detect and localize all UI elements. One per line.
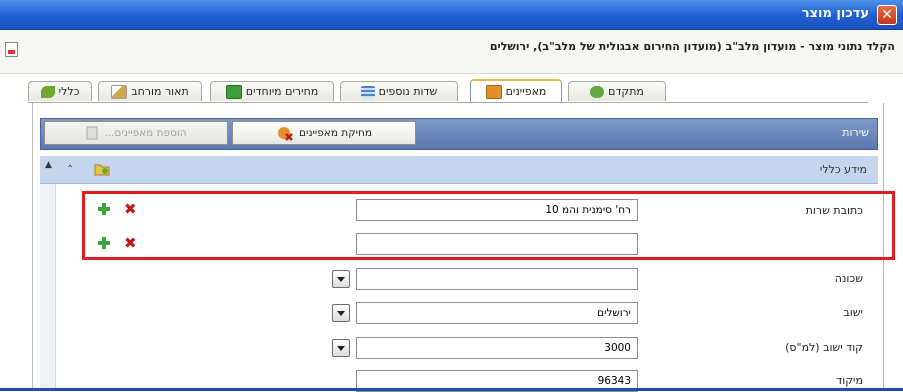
window-title: עדכון מוצר (801, 6, 869, 21)
tab-general[interactable]: כללי (28, 81, 92, 101)
title-bar (0, 0, 903, 30)
tab-label: שדות נוספים (378, 85, 438, 98)
folder-icon (94, 164, 110, 176)
tab-label: מחירים מיוחדים (245, 85, 319, 98)
tab-extended-description[interactable]: תאור מורחב (98, 81, 202, 101)
attributes-icon (485, 84, 502, 99)
breadcrumb: הקלד נתוני מוצר - מועדון מלב"ב (מועדון ה… (489, 40, 895, 53)
neighborhood-input[interactable] (356, 268, 638, 290)
leaf-icon (40, 85, 55, 98)
collapse-icon[interactable]: ⌃ (66, 164, 74, 175)
document-icon[interactable] (5, 42, 18, 57)
field-label-zip: מיקוד (836, 374, 863, 387)
field-label-neighborhood: שכונה (834, 272, 863, 285)
tab-special-prices[interactable]: מחירים מיוחדים (210, 81, 334, 101)
city-code-dropdown[interactable] (332, 339, 350, 357)
add-document-icon (86, 126, 98, 140)
tab-label: תאור מורחב (131, 85, 189, 98)
scroll-up-arrow[interactable]: ▲ (45, 160, 52, 170)
manage-attributes-button[interactable]: מחיקת מאפיינים (232, 121, 416, 145)
field-label-city-code: קוד ישוב (למ"ס) (785, 341, 863, 354)
price-icon (225, 84, 242, 99)
city-input[interactable] (356, 302, 638, 324)
tab-additional-fields[interactable]: שדות נוספים (340, 81, 458, 101)
city-dropdown[interactable] (332, 304, 350, 322)
close-button[interactable]: ✕ (877, 5, 897, 25)
section-header[interactable] (40, 156, 878, 184)
field-label-city: ישוב (843, 306, 863, 319)
attributes-delete-icon (278, 127, 293, 141)
tab-label: כללי (58, 85, 80, 98)
tab-label: מתקדם (608, 85, 644, 98)
tab-label: מאפיינים (505, 85, 547, 98)
add-attributes-button[interactable]: הוספת מאפיינים... (44, 121, 228, 145)
tab-attributes[interactable]: מאפיינים (470, 79, 562, 102)
manage-attributes-label: מחיקת מאפיינים (299, 127, 372, 139)
toolbar-title: שירות (842, 126, 869, 139)
city-code-input[interactable] (356, 337, 638, 359)
fields-icon (360, 85, 375, 98)
highlight-frame (82, 191, 895, 260)
neighborhood-dropdown[interactable] (332, 270, 350, 288)
pencil-icon (111, 84, 128, 99)
tab-advanced[interactable]: מתקדם (568, 81, 666, 101)
add-attributes-label: הוספת מאפיינים... (104, 127, 187, 139)
advanced-icon (590, 85, 605, 98)
scrollbar[interactable] (40, 184, 56, 391)
section-title: מידע כללי (819, 163, 867, 176)
